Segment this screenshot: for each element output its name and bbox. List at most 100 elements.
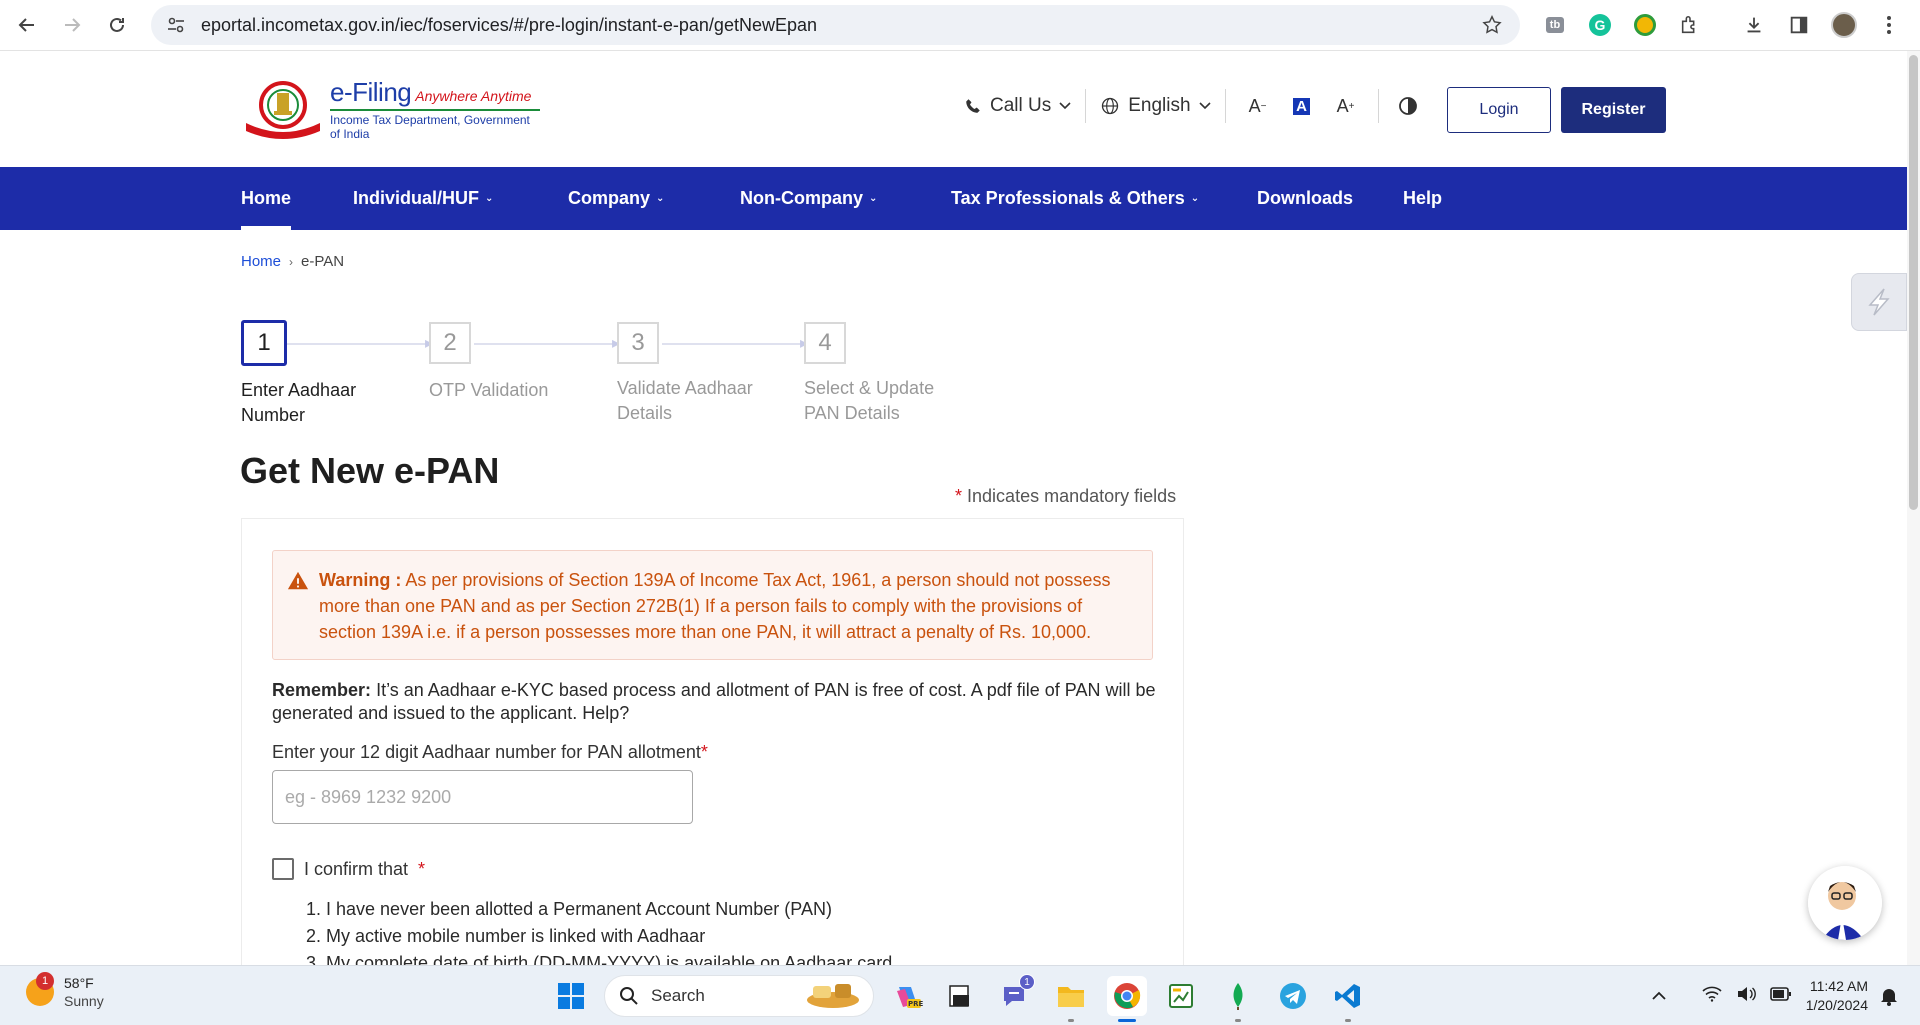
mandatory-note: * Indicates mandatory fields <box>955 486 1177 506</box>
menu-kebab-icon[interactable] <box>1872 8 1906 42</box>
bookmark-star-icon[interactable] <box>1478 11 1506 39</box>
teams-chat-icon[interactable]: 1 <box>995 974 1035 1016</box>
register-button[interactable]: Register <box>1561 87 1666 133</box>
notification-bell-icon[interactable] <box>1874 976 1904 1016</box>
notes-app-icon[interactable] <box>940 976 980 1016</box>
step-select-update-pan: 4 Select & Update PAN Details <box>804 320 954 426</box>
nav-downloads[interactable]: Downloads <box>1257 167 1353 230</box>
download-icon[interactable] <box>1737 8 1771 42</box>
file-explorer-icon[interactable] <box>1051 976 1091 1022</box>
step-number: 2 <box>429 322 471 364</box>
weather-badge: 1 <box>36 972 54 990</box>
battery-icon[interactable] <box>1770 986 1792 1006</box>
contrast-toggle[interactable] <box>1389 87 1427 125</box>
call-us-dropdown[interactable]: Call Us <box>950 87 1085 125</box>
language-dropdown[interactable]: English <box>1086 87 1224 125</box>
aadhaar-field-label: Enter your 12 digit Aadhaar number for P… <box>272 742 708 762</box>
forward-button[interactable] <box>50 3 94 47</box>
volume-icon[interactable] <box>1736 986 1756 1007</box>
grammarly-icon[interactable]: G <box>1583 8 1617 42</box>
step-otp-validation: 2 OTP Validation <box>429 320 579 403</box>
temperature: 58°F <box>64 975 94 991</box>
chevron-down-icon: ⌄ <box>869 193 878 204</box>
side-panel-icon[interactable] <box>1782 8 1816 42</box>
logo-brand: e-Filing <box>330 77 412 107</box>
clock-date: 1/20/2024 <box>1805 997 1868 1013</box>
extension-gear-icon[interactable] <box>1628 8 1662 42</box>
warning-label: Warning : <box>319 570 402 590</box>
chrome-icon[interactable] <box>1107 976 1147 1022</box>
confirm-conditions-list: 1. I have never been allotted a Permanen… <box>306 896 892 968</box>
chevron-down-icon: ⌄ <box>485 193 494 204</box>
remember-note: Remember: It’s an Aadhaar e-KYC based pr… <box>272 679 1162 725</box>
step-label: Validate Aadhaar Details <box>617 378 753 423</box>
vscode-icon[interactable] <box>1328 976 1368 1022</box>
step-number: 1 <box>241 320 287 366</box>
phone-icon <box>966 99 980 113</box>
nav-home[interactable]: Home <box>241 167 292 230</box>
reload-button[interactable] <box>95 3 139 47</box>
chevron-down-icon: ⌄ <box>656 193 665 204</box>
remember-text: It’s an Aadhaar e-KYC based process and … <box>272 680 1156 723</box>
warning-triangle-icon <box>287 571 309 590</box>
profile-avatar[interactable] <box>1827 8 1861 42</box>
breadcrumb-current: e-PAN <box>301 253 345 270</box>
font-decrease-button[interactable]: A − <box>1239 87 1277 125</box>
show-hidden-icons-chevron-up-icon[interactable] <box>1652 987 1666 1005</box>
page-scrollbar[interactable] <box>1907 51 1920 965</box>
svg-text:PRE: PRE <box>908 1000 923 1008</box>
copilot-icon[interactable]: PRE <box>888 976 928 1016</box>
font-increase-button[interactable]: A + <box>1327 87 1365 125</box>
warning-text: As per provisions of Section 139A of Inc… <box>319 570 1111 642</box>
extension-tb-icon[interactable]: tb <box>1538 8 1572 42</box>
confirm-checkbox[interactable] <box>272 858 294 880</box>
site-header: e-Filing Anywhere Anytime Income Tax Dep… <box>0 51 1907 167</box>
taskbar-clock[interactable]: 11:42 AM 1/20/2024 <box>1790 977 1868 1015</box>
step-validate-aadhaar: 3 Validate Aadhaar Details <box>617 320 767 426</box>
nav-company[interactable]: Company ⌄ <box>568 167 664 230</box>
weather-condition: Sunny <box>64 993 104 1009</box>
chevron-down-icon <box>1059 102 1071 110</box>
mongodb-icon[interactable] <box>1218 976 1258 1022</box>
extensions-puzzle-icon[interactable] <box>1673 8 1707 42</box>
scrollbar-thumb[interactable] <box>1909 55 1918 510</box>
address-bar[interactable]: eportal.incometax.gov.in/iec/foservices/… <box>151 5 1520 45</box>
browser-toolbar: eportal.incometax.gov.in/iec/foservices/… <box>0 0 1920 51</box>
chatbot-avatar-button[interactable] <box>1808 866 1882 940</box>
efiling-logo[interactable]: e-Filing Anywhere Anytime Income Tax Dep… <box>240 77 540 141</box>
globe-icon <box>1102 97 1119 115</box>
taskbar-search[interactable]: Search <box>604 975 874 1017</box>
breadcrumb: Home › e-PAN <box>241 253 344 270</box>
step-label: OTP Validation <box>429 380 549 400</box>
list-item: 2. My active mobile number is linked wit… <box>306 926 706 946</box>
login-button[interactable]: Login <box>1447 87 1551 133</box>
wifi-icon[interactable] <box>1702 986 1722 1007</box>
search-icon <box>620 987 638 1005</box>
spreadsheet-app-icon[interactable] <box>1161 976 1201 1016</box>
windows-start-icon[interactable] <box>551 976 591 1016</box>
nav-help[interactable]: Help <box>1403 167 1442 230</box>
breadcrumb-home[interactable]: Home <box>241 253 281 270</box>
url-text[interactable]: eportal.incometax.gov.in/iec/foservices/… <box>201 15 1478 36</box>
lightning-icon <box>1868 288 1890 316</box>
font-default-button[interactable]: A <box>1283 87 1321 125</box>
search-label: Search <box>651 986 705 1005</box>
header-tools: Call Us English A − A A + <box>950 87 1430 125</box>
nav-individual-huf[interactable]: Individual/HUF ⌄ <box>353 167 493 230</box>
contrast-icon <box>1398 97 1417 115</box>
main-navigation: Home Individual/HUF ⌄ Company ⌄ Non-Compan… <box>0 167 1907 230</box>
weather-widget[interactable]: 1 58°F Sunny <box>26 972 104 1010</box>
aadhaar-number-input[interactable] <box>272 770 693 824</box>
confirm-label: I confirm that <box>304 858 409 879</box>
logo-tagline: Anywhere Anytime <box>415 88 532 104</box>
system-tray <box>1652 976 1792 1016</box>
site-settings-icon[interactable] <box>165 14 187 36</box>
warning-alert: Warning : As per provisions of Section 1… <box>272 550 1153 660</box>
income-tax-emblem-icon <box>240 79 326 139</box>
back-button[interactable] <box>5 3 49 47</box>
nav-non-company[interactable]: Non-Company ⌄ <box>740 167 877 230</box>
nav-tax-professionals[interactable]: Tax Professionals & Others ⌄ <box>951 167 1199 230</box>
step-label: Enter Aadhaar Number <box>241 380 357 425</box>
telegram-icon[interactable] <box>1273 976 1313 1016</box>
side-floating-widget[interactable] <box>1851 273 1907 331</box>
